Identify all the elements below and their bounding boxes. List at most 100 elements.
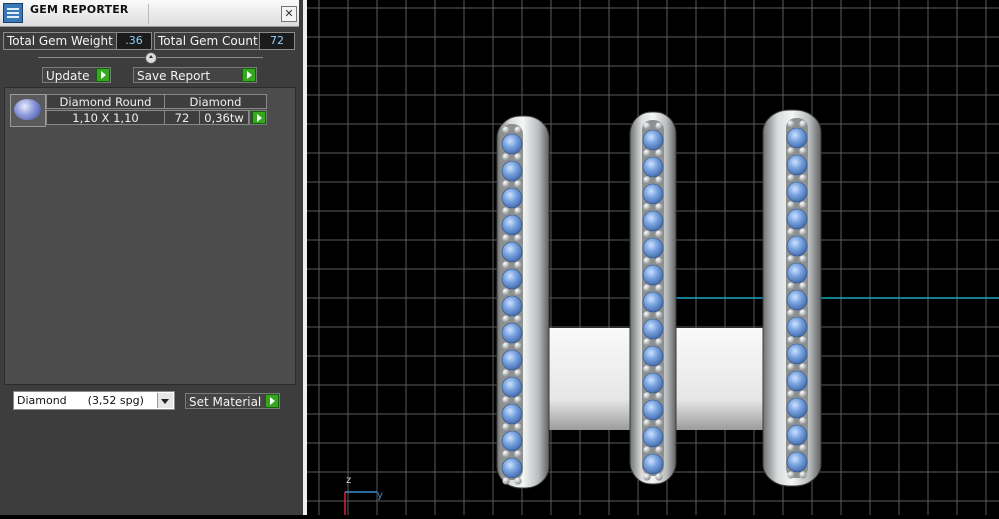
total-gem-count-value: 72 — [259, 32, 295, 50]
gem-stone — [642, 453, 664, 475]
gem-stone — [501, 295, 523, 317]
prong — [655, 257, 663, 265]
gem-stone — [786, 127, 808, 149]
gem-stone — [642, 183, 664, 205]
axis-z-label: z — [346, 475, 351, 486]
window-title: GEM REPORTER — [30, 3, 129, 16]
gem-stone — [642, 210, 664, 232]
total-gem-weight-label: Total Gem Weight — [3, 32, 119, 50]
gem-size-cell: 1,10 X 1,10 — [46, 110, 165, 125]
material-dropdown-value: Diamond (3,52 spg) — [17, 394, 144, 407]
prong — [643, 311, 651, 319]
total-gem-weight-value: .36 — [116, 32, 152, 50]
update-button[interactable]: Update — [42, 67, 111, 83]
gem-stone — [642, 426, 664, 448]
prong — [787, 255, 795, 263]
prong — [643, 176, 651, 184]
prong — [514, 234, 522, 242]
prong — [787, 174, 795, 182]
prong — [514, 342, 522, 350]
prong — [787, 147, 795, 155]
gem-stone — [786, 316, 808, 338]
prong — [655, 230, 663, 238]
play-arrow-icon — [265, 394, 279, 408]
prong — [787, 228, 795, 236]
prong — [799, 282, 807, 290]
prong — [502, 423, 510, 431]
prong — [514, 180, 522, 188]
gem-count-cell: 72 — [164, 110, 200, 125]
material-dropdown[interactable]: Diamond (3,52 spg) — [13, 391, 175, 410]
gem-stone — [786, 343, 808, 365]
prong — [799, 120, 807, 128]
gem-list[interactable] — [4, 87, 296, 385]
gem-stone — [501, 403, 523, 425]
gem-stone — [786, 154, 808, 176]
prong — [787, 390, 795, 398]
ring-1 — [496, 115, 550, 489]
prong — [643, 149, 651, 157]
gem-stone — [786, 397, 808, 419]
prong — [502, 261, 510, 269]
gem-stone — [501, 376, 523, 398]
3d-viewport[interactable]: z y — [307, 0, 999, 515]
prong — [502, 450, 510, 458]
gem-stone — [642, 291, 664, 313]
gem-stone — [786, 181, 808, 203]
prong — [655, 203, 663, 211]
prong — [514, 261, 522, 269]
round-gem-icon — [10, 94, 46, 127]
prong — [514, 315, 522, 323]
ring-2 — [629, 111, 677, 485]
prong — [643, 338, 651, 346]
gem-reporter-panel: GEM REPORTER ✕ Total Gem Weight .36 Tota… — [0, 0, 304, 515]
prong — [502, 288, 510, 296]
set-material-button[interactable]: Set Material — [185, 393, 280, 409]
gem-stone — [501, 133, 523, 155]
prong — [514, 423, 522, 431]
prong — [655, 419, 663, 427]
gem-stone — [501, 322, 523, 344]
prong — [514, 153, 522, 161]
gem-stone — [642, 345, 664, 367]
prong — [655, 284, 663, 292]
gem-stone — [501, 268, 523, 290]
chevron-down-icon[interactable] — [157, 393, 173, 408]
prong — [787, 201, 795, 209]
gem-stone — [501, 160, 523, 182]
prong — [655, 446, 663, 454]
prong — [799, 471, 807, 479]
viewport-canvas[interactable]: z y — [307, 0, 999, 515]
save-report-button-label: Save Report — [137, 69, 211, 83]
gem-stone — [786, 424, 808, 446]
prong — [502, 396, 510, 404]
gem-stone — [501, 430, 523, 452]
prong — [787, 282, 795, 290]
gem-stone — [642, 264, 664, 286]
prong — [502, 126, 510, 134]
prong — [787, 309, 795, 317]
gem-stone — [786, 208, 808, 230]
gem-row-select-button[interactable] — [249, 110, 267, 125]
prong — [655, 176, 663, 184]
gem-reporter-app-icon — [3, 3, 23, 23]
prong — [799, 417, 807, 425]
prong — [655, 122, 663, 130]
gem-stone — [786, 235, 808, 257]
prong — [799, 174, 807, 182]
collapse-toggle-icon[interactable] — [145, 52, 157, 64]
prong — [643, 257, 651, 265]
prong — [643, 203, 651, 211]
prong — [502, 477, 510, 485]
save-report-button[interactable]: Save Report — [133, 67, 257, 83]
prong — [787, 120, 795, 128]
close-icon[interactable]: ✕ — [281, 6, 297, 22]
title-bar[interactable]: GEM REPORTER ✕ — [0, 0, 299, 27]
gem-shape-header: Diamond Round — [46, 94, 165, 109]
gem-stone — [501, 187, 523, 209]
prong — [502, 342, 510, 350]
prong — [514, 288, 522, 296]
prong — [502, 369, 510, 377]
gem-stone — [642, 372, 664, 394]
prong — [799, 444, 807, 452]
